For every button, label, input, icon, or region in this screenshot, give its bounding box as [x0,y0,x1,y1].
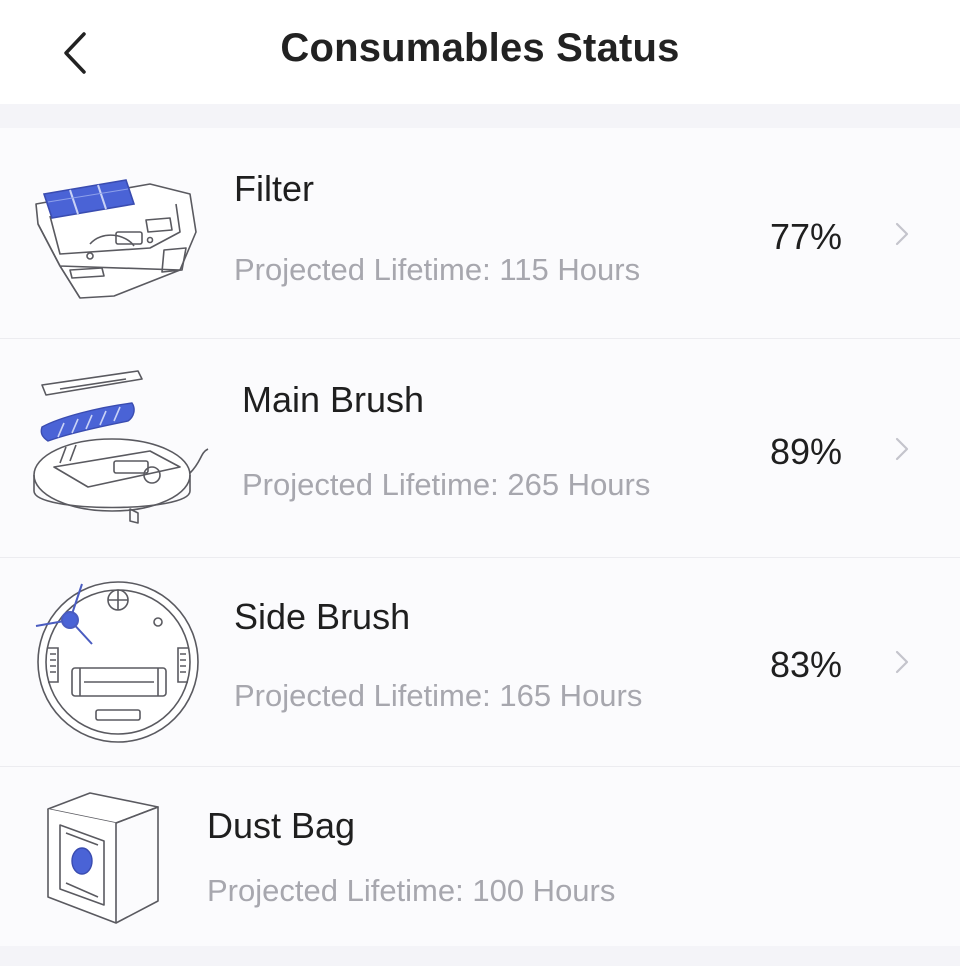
item-lifetime: Projected Lifetime: 165 Hours [234,678,643,713]
consumable-row-dust-bag[interactable]: Dust Bag Projected Lifetime: 100 Hours [0,767,960,946]
chevron-right-icon [895,437,909,461]
item-name: Side Brush [234,596,411,637]
item-lifetime: Projected Lifetime: 100 Hours [207,873,616,908]
item-percent: 77% [769,216,842,257]
bottom-band [0,946,960,966]
page-title: Consumables Status [280,26,680,70]
item-name: Dust Bag [207,805,356,846]
item-percent: 89% [769,431,842,472]
chevron-right-icon [895,222,909,246]
consumable-row-filter[interactable]: Filter Projected Lifetime: 115 Hours 77% [0,128,960,339]
consumable-row-main-brush[interactable]: Main Brush Projected Lifetime: 265 Hours… [0,339,960,558]
filter-illustration [35,179,197,299]
item-name: Main Brush [242,379,425,420]
dust-bag-illustration [47,792,159,924]
roller-brush [40,402,135,442]
consumable-row-side-brush[interactable]: Side Brush Projected Lifetime: 165 Hours… [0,558,960,767]
top-bar: Consumables Status [0,0,960,104]
main-brush-illustration [33,370,209,524]
item-lifetime: Projected Lifetime: 265 Hours [242,467,651,502]
header-divider-band [0,104,960,128]
item-lifetime: Projected Lifetime: 115 Hours [234,252,641,287]
chevron-right-icon [895,650,909,674]
side-brush-illustration [35,581,199,743]
item-name: Filter [234,168,314,209]
item-percent: 83% [769,644,842,685]
dust-bag-port [71,847,93,875]
